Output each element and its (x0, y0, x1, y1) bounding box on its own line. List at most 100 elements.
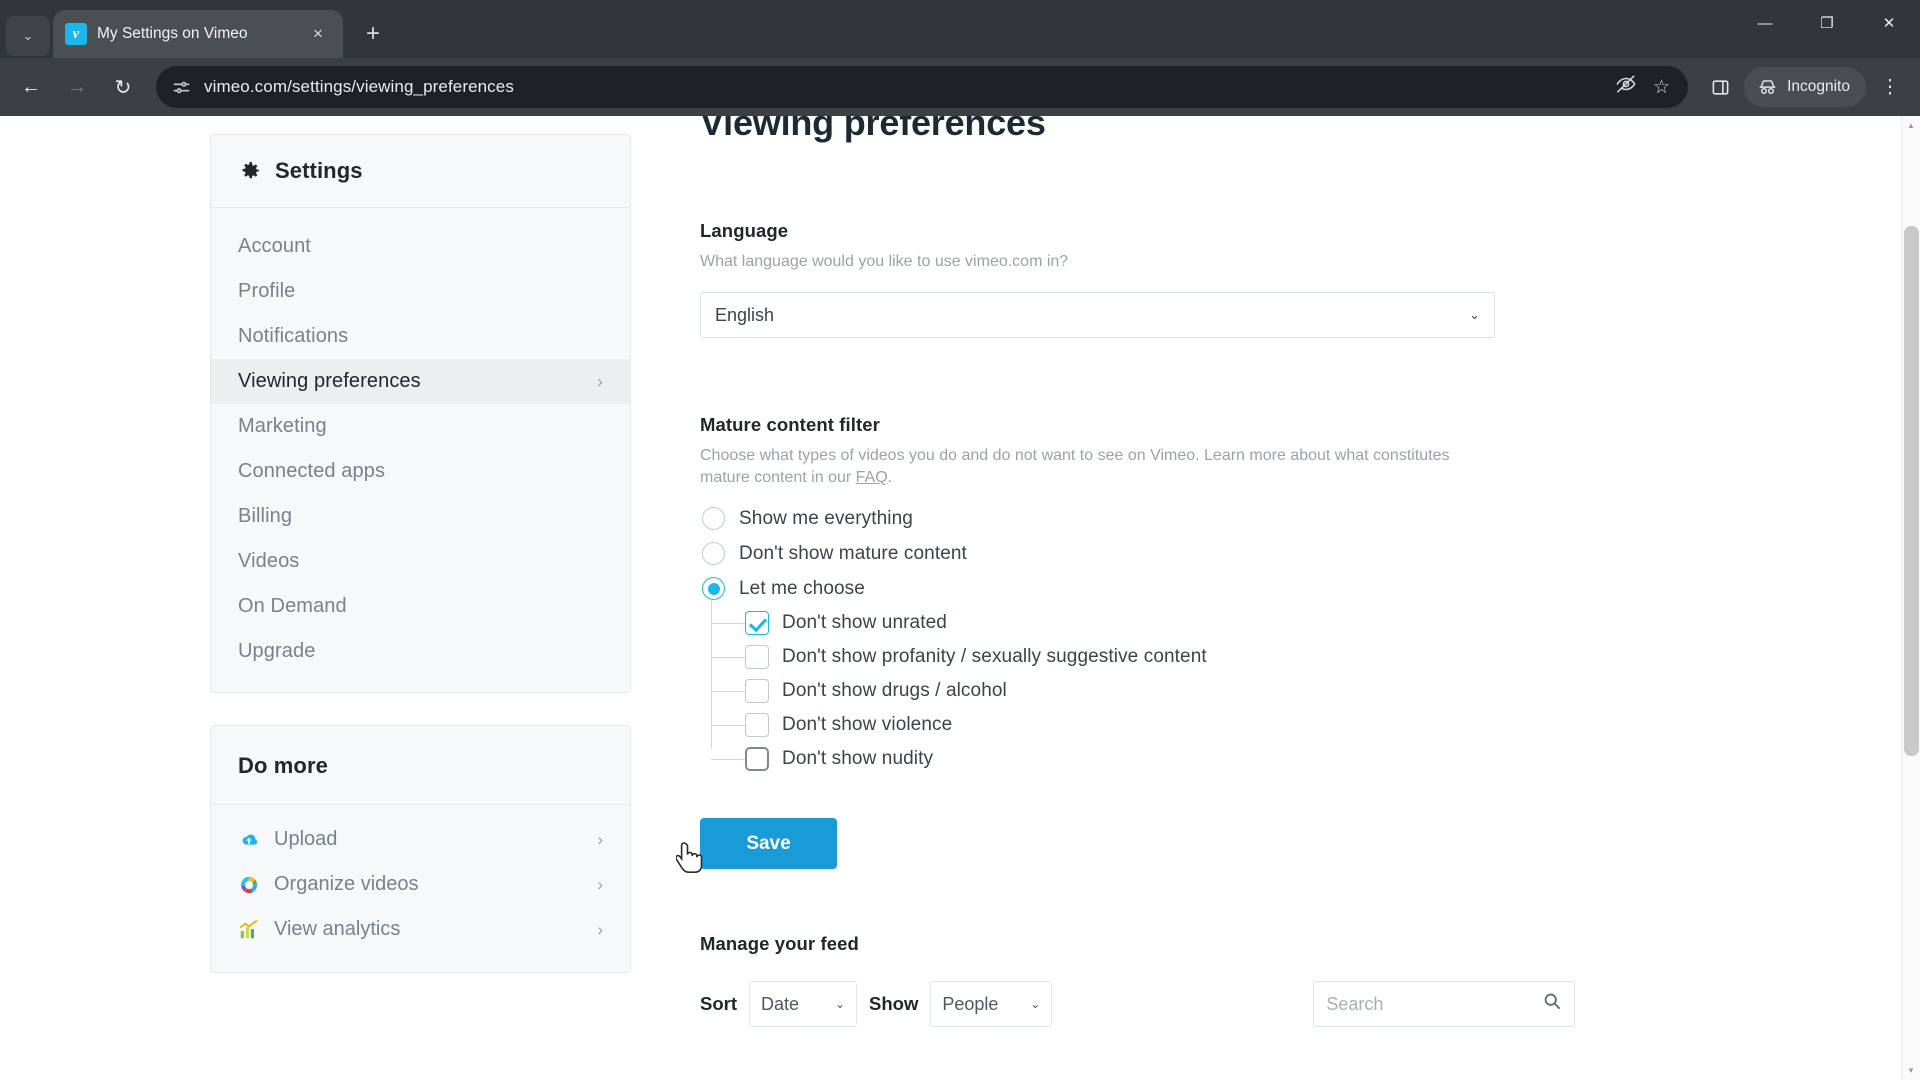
chevron-down-icon: ⌄ (834, 997, 845, 1012)
tab-strip: ⌄ v My Settings on Vimeo × + — ❐ ✕ (0, 0, 1920, 58)
sort-select[interactable]: Date ⌄ (749, 981, 857, 1028)
minimize-icon[interactable]: — (1734, 0, 1796, 46)
reload-icon[interactable]: ↻ (102, 66, 144, 108)
main-content: Viewing preferences Language What langua… (631, 116, 1901, 1028)
chevron-right-icon: › (597, 829, 603, 849)
sidebar-item-label: Notifications (238, 325, 349, 347)
bookmark-star-icon[interactable]: ☆ (1653, 76, 1670, 99)
language-section: Language What language would you like to… (700, 220, 1901, 339)
feed-controls: Sort Date ⌄ Show People ⌄ Search (700, 981, 1901, 1028)
do-more-card: Do more Upload › Organize videos › View anal… (210, 725, 631, 973)
mature-filter-description-text: Choose what types of videos you do and d… (700, 447, 1450, 487)
scrollbar-thumb[interactable] (1904, 226, 1919, 756)
chevron-down-icon: ⌄ (1469, 307, 1480, 323)
close-window-icon[interactable]: ✕ (1858, 0, 1920, 46)
checkbox-input[interactable] (745, 747, 769, 772)
language-select[interactable]: English ⌄ (700, 292, 1495, 339)
radio-option[interactable]: Show me everything (700, 501, 1901, 536)
faq-link[interactable]: FAQ (856, 469, 888, 486)
radio-button[interactable] (702, 577, 725, 601)
sidebar-item-label: Connected apps (238, 460, 386, 482)
radio-option[interactable]: Let me choose (700, 571, 1901, 606)
sidebar-item-billing[interactable]: Billing (211, 494, 630, 539)
new-tab-button[interactable]: + (353, 14, 393, 54)
sidebar-item-account[interactable]: Account (211, 224, 630, 269)
sidebar-item-profile[interactable]: Profile (211, 269, 630, 314)
scroll-up-arrow-icon[interactable]: ▲ (1902, 116, 1920, 135)
side-panel-icon[interactable] (1700, 67, 1740, 107)
page-scrollbar[interactable]: ▲ ▼ (1901, 116, 1920, 1080)
checkbox-option[interactable]: Don't show violence (711, 708, 1901, 742)
incognito-indicator[interactable]: Incognito (1744, 67, 1866, 107)
do-more-item-organize-videos[interactable]: Organize videos › (211, 862, 630, 907)
chrome-menu-icon[interactable]: ⋮ (1870, 67, 1910, 107)
checkbox-option[interactable]: Don't show unrated (711, 606, 1901, 640)
checkbox-input[interactable] (745, 645, 769, 670)
mature-filter-checkbox-tree: Don't show unrated Don't show profanity /… (711, 600, 1901, 776)
do-more-item-label: View analytics (274, 918, 401, 940)
sidebar-item-marketing[interactable]: Marketing (211, 404, 630, 449)
mature-filter-label: Mature content filter (700, 414, 880, 436)
incognito-label: Incognito (1787, 78, 1850, 95)
mature-content-filter-section: Mature content filter Choose what types … (700, 414, 1901, 870)
sidebar-item-viewing-preferences[interactable]: Viewing preferences › (211, 359, 630, 404)
checkbox-option[interactable]: Don't show nudity (711, 742, 1901, 776)
do-more-header: Do more (211, 726, 630, 805)
checkbox-option[interactable]: Don't show drugs / alcohol (711, 674, 1901, 708)
mature-filter-radio-group: Show me everything Don't show mature cont… (700, 501, 1901, 606)
maximize-icon[interactable]: ❐ (1796, 0, 1858, 46)
browser-toolbar: ← → ↻ vimeo.com/settings/viewing_prefere… (0, 58, 1920, 116)
organize-videos-icon (238, 874, 260, 896)
checkbox-label: Don't show nudity (782, 748, 934, 770)
show-select[interactable]: People ⌄ (930, 981, 1053, 1028)
radio-button[interactable] (702, 507, 725, 531)
sort-label: Sort (700, 993, 737, 1015)
mature-filter-description-period: . (887, 469, 893, 487)
sidebar-item-label: Account (238, 235, 311, 257)
checkbox-input[interactable] (745, 679, 769, 704)
tracking-protection-icon[interactable] (1615, 73, 1637, 101)
address-bar[interactable]: vimeo.com/settings/viewing_preferences ☆ (156, 66, 1689, 108)
checkbox-option[interactable]: Don't show profanity / sexually suggesti… (711, 640, 1901, 674)
url-text: vimeo.com/settings/viewing_preferences (204, 77, 514, 96)
do-more-item-view-analytics[interactable]: View analytics › (211, 907, 630, 952)
language-selected-value: English (715, 304, 775, 325)
checkbox-label: Don't show drugs / alcohol (782, 680, 1007, 702)
sidebar-item-connected-apps[interactable]: Connected apps (211, 449, 630, 494)
language-description: What language would you like to use vime… (700, 253, 1069, 270)
page-title: Viewing preferences (700, 116, 1046, 143)
chevron-right-icon: › (597, 371, 603, 391)
show-label: Show (869, 993, 919, 1015)
site-settings-icon[interactable] (170, 76, 192, 98)
tab-title: My Settings on Vimeo (97, 25, 248, 42)
browser-window: ⌄ v My Settings on Vimeo × + — ❐ ✕ ← → ↻ (0, 0, 1920, 1080)
save-button[interactable]: Save (700, 818, 837, 870)
radio-button[interactable] (702, 542, 725, 566)
back-icon[interactable]: ← (10, 66, 52, 108)
chevron-right-icon: › (597, 919, 603, 939)
do-more-list: Upload › Organize videos › View analytics › (211, 805, 630, 972)
radio-option[interactable]: Don't show mature content (700, 536, 1901, 571)
analytics-chart-icon (238, 919, 260, 941)
close-tab-icon[interactable]: × (305, 21, 331, 47)
gear-icon (242, 162, 259, 179)
do-more-item-upload[interactable]: Upload › (211, 817, 630, 862)
forward-icon[interactable]: → (56, 66, 98, 108)
checkbox-input[interactable] (745, 611, 769, 636)
sidebar-item-label: Upgrade (238, 640, 316, 662)
scroll-down-arrow-icon[interactable]: ▼ (1902, 1061, 1920, 1080)
search-icon[interactable] (1542, 991, 1562, 1017)
manage-feed-section: Manage your feed Sort Date ⌄ Show People… (700, 933, 1901, 1028)
cloud-upload-icon (238, 829, 260, 851)
sidebar-item-notifications[interactable]: Notifications (211, 314, 630, 359)
mature-filter-description: Choose what types of videos you do and d… (700, 445, 1495, 489)
chevron-down-icon: ⌄ (1030, 997, 1041, 1012)
tab-search-button[interactable]: ⌄ (6, 16, 50, 56)
sidebar-item-upgrade[interactable]: Upgrade (211, 629, 630, 674)
sidebar-item-videos[interactable]: Videos (211, 539, 630, 584)
checkbox-input[interactable] (745, 713, 769, 738)
feed-search-box[interactable]: Search (1313, 981, 1576, 1028)
browser-tab[interactable]: v My Settings on Vimeo × (53, 10, 343, 58)
sidebar-item-on-demand[interactable]: On Demand (211, 584, 630, 629)
sidebar-item-label: Videos (238, 550, 300, 572)
